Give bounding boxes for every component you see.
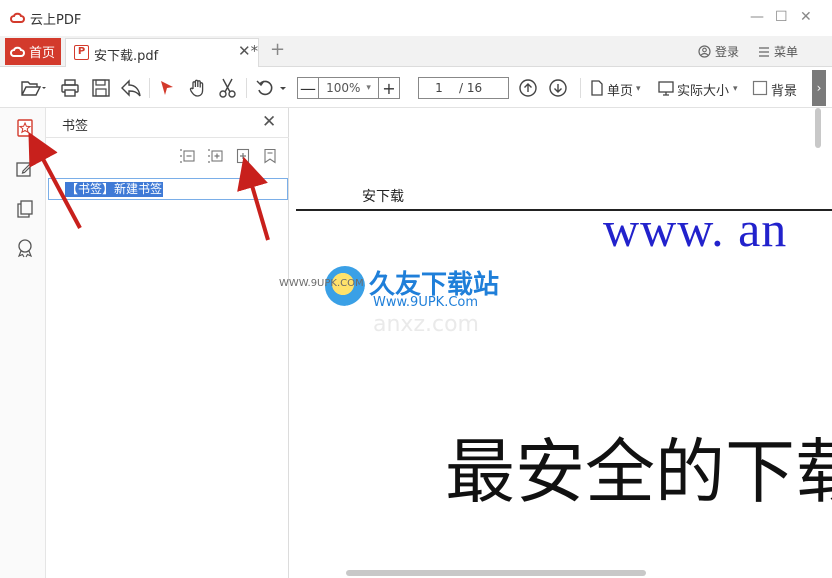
vertical-scrollbar[interactable] (815, 108, 821, 148)
menu-label: 菜单 (774, 45, 799, 59)
watermark-faint-text: anxz.com (373, 312, 479, 337)
bookmark-panel-header: 书签 ✕ (46, 108, 289, 138)
page-current: 1 (435, 81, 443, 95)
user-icon (698, 45, 711, 58)
bookmark-star-icon (17, 119, 33, 137)
page-icon (591, 80, 603, 96)
arrow-up-circle-icon (519, 79, 537, 97)
bookmark-icon[interactable] (262, 148, 278, 164)
tab-document[interactable]: P 安下载.pdf ✕* (65, 38, 259, 67)
watermark-small-text: WWW.9UPK.COM (279, 278, 364, 289)
open-button[interactable] (20, 77, 46, 99)
zoom-value: 100% (326, 81, 361, 95)
checkbox-icon (752, 80, 768, 96)
page-header-text: 安下载 (362, 189, 404, 205)
watermark-url: Www.9UPK.Com (373, 295, 479, 310)
page-big-text: 最安全的下载 (445, 431, 832, 513)
page-number-input[interactable]: 1 / 16 (418, 77, 509, 99)
toolbar-overflow-button[interactable]: › (812, 70, 826, 106)
single-page-label[interactable]: 单页 (607, 80, 633, 99)
actual-size-button[interactable] (657, 77, 675, 99)
background-checkbox[interactable] (752, 77, 768, 99)
maximize-button[interactable]: ☐ (775, 9, 788, 25)
toolbar-divider (149, 78, 150, 98)
pdf-file-icon: P (74, 45, 89, 60)
arrow-down-circle-icon (549, 79, 567, 97)
tab-close-icon[interactable]: ✕* (238, 42, 258, 60)
menu-button[interactable]: 菜单 (758, 43, 798, 60)
close-icon[interactable]: ✕ (262, 112, 276, 132)
bookmark-tab-button[interactable] (15, 118, 35, 138)
login-label: 登录 (715, 45, 740, 59)
add-bookmark-icon[interactable] (235, 148, 251, 164)
save-button[interactable] (91, 77, 111, 99)
bookmark-tools (46, 144, 289, 168)
toolbar-divider (580, 78, 581, 98)
share-button[interactable] (120, 77, 142, 99)
toolbar-divider (246, 78, 247, 98)
printer-icon (61, 79, 79, 97)
collapse-all-icon[interactable] (179, 148, 195, 164)
share-icon (121, 79, 141, 97)
previous-page-button[interactable] (518, 77, 538, 99)
bookmark-item-label[interactable]: 【书签】新建书签 (65, 182, 164, 197)
thumbnail-tab-button[interactable] (15, 199, 35, 219)
app-title: 云上PDF (30, 13, 82, 28)
stamp-tab-button[interactable] (15, 238, 35, 258)
close-window-button[interactable]: ✕ (800, 9, 812, 25)
horizontal-scrollbar[interactable] (346, 570, 646, 576)
select-tool-button[interactable] (158, 77, 176, 99)
new-tab-button[interactable]: + (270, 39, 285, 60)
background-label[interactable]: 背景 (771, 80, 797, 99)
page-total: / 16 (459, 81, 483, 95)
zoom-select[interactable]: 100% ▾ (318, 78, 379, 98)
rotate-icon (256, 80, 286, 96)
single-page-button[interactable] (590, 77, 604, 99)
tab-home[interactable]: 首页 (5, 38, 61, 65)
bookmark-panel: 书签 ✕ 【书签】新建书签 (46, 108, 289, 578)
chevron-down-icon: ▾ (733, 84, 738, 94)
document-view[interactable]: 安下载 www. an 最安全的下载 (290, 108, 832, 578)
pages-icon (17, 200, 33, 218)
arrow-cursor-icon (161, 81, 173, 95)
zoom-control: — 100% ▾ + (297, 77, 400, 99)
expand-all-icon[interactable] (207, 148, 223, 164)
folder-open-icon (21, 81, 46, 96)
app-window: 云上PDF — ☐ ✕ 首页 P 安下载.pdf ✕* + 登录 菜单 — 10… (0, 0, 832, 578)
edit-icon (16, 161, 35, 177)
actual-size-label[interactable]: 实际大小 (677, 80, 729, 99)
zoom-out-button[interactable]: — (298, 78, 318, 98)
hand-icon (189, 79, 204, 97)
title-bar: 云上PDF — ☐ ✕ (0, 0, 832, 36)
scissors-icon (219, 78, 236, 98)
watermark: anxz.com WWW.9UPK.COM 久友下载站 Www.9UPK.Com (277, 262, 537, 342)
menu-icon (759, 46, 769, 57)
chevron-down-icon: ▾ (636, 84, 641, 94)
left-rail (0, 108, 46, 578)
zoom-in-button[interactable]: + (379, 78, 399, 98)
hand-tool-button[interactable] (188, 77, 208, 99)
minimize-button[interactable]: — (750, 9, 764, 25)
tab-home-label: 首页 (29, 46, 56, 61)
bookmark-item[interactable]: 【书签】新建书签 (48, 178, 288, 200)
next-page-button[interactable] (548, 77, 568, 99)
badge-icon (17, 239, 33, 258)
print-button[interactable] (60, 77, 80, 99)
annotation-tab-button[interactable] (15, 159, 35, 179)
rotate-button[interactable] (255, 77, 287, 99)
monitor-icon (658, 81, 674, 96)
tab-bar: 首页 P 安下载.pdf ✕* + 登录 菜单 (0, 36, 832, 67)
tab-document-label: 安下载.pdf (94, 49, 159, 64)
crop-tool-button[interactable] (218, 77, 240, 99)
login-button[interactable]: 登录 (698, 43, 739, 60)
cloud-logo-icon (10, 12, 25, 23)
bookmark-panel-title: 书签 (62, 119, 89, 134)
page-url-text: www. an (603, 201, 788, 257)
chevron-down-icon: ▾ (366, 83, 371, 93)
cloud-icon (10, 46, 25, 57)
save-icon (92, 79, 110, 97)
